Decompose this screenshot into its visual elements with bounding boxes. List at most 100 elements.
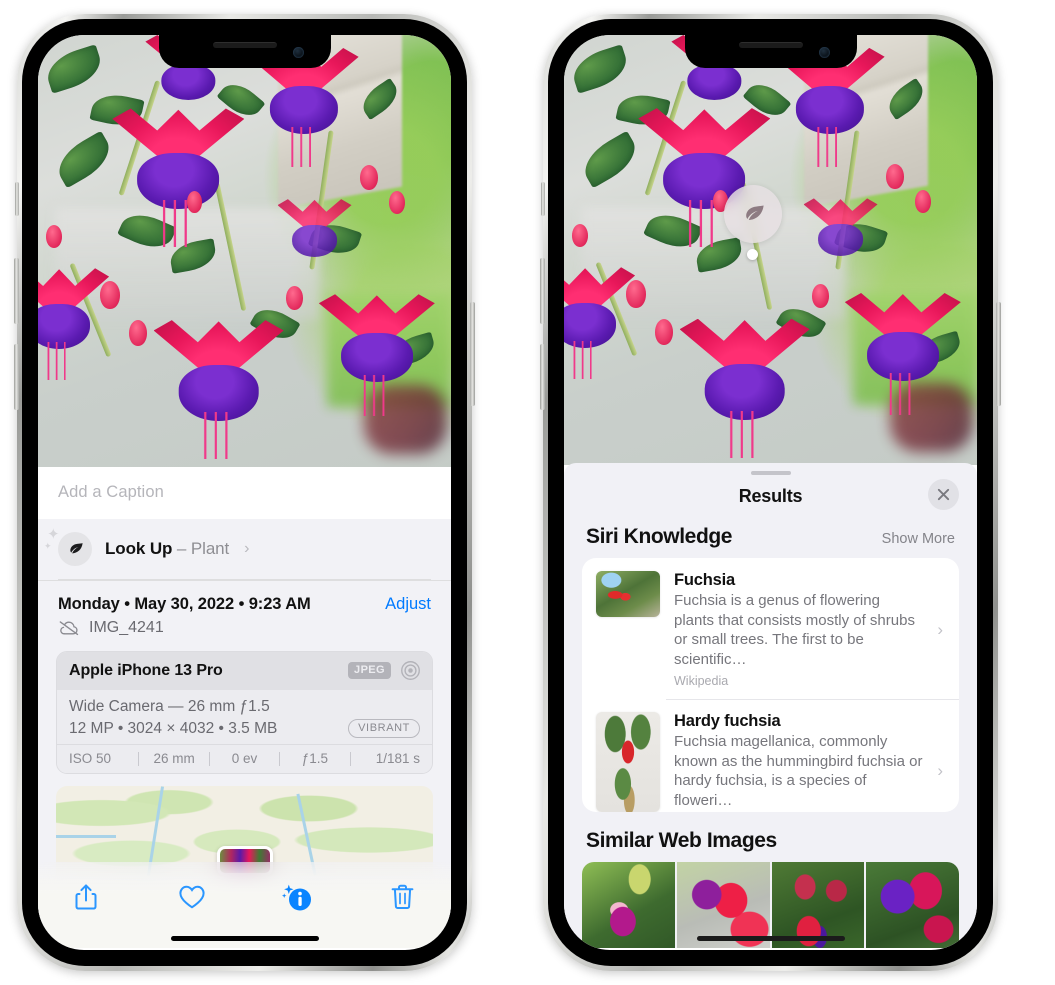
home-indicator[interactable] — [696, 936, 845, 941]
siri-knowledge-card: Fuchsia Fuchsia is a genus of flowering … — [582, 558, 959, 812]
info-sparkle-icon — [282, 884, 312, 911]
power-button[interactable] — [996, 302, 1001, 406]
photo-viewer[interactable] — [38, 35, 451, 467]
volume-up-button[interactable] — [14, 258, 19, 324]
right-screen: Results Siri Knowledge Show More Fuchsia… — [564, 35, 977, 950]
leaf-icon — [745, 205, 764, 220]
earpiece-speaker — [212, 42, 277, 48]
look-up-row[interactable]: ✦ ✦ Look Up – Plant › — [38, 519, 451, 581]
result-source: Wikipedia — [674, 674, 729, 689]
list-item[interactable]: Fuchsia Fuchsia is a genus of flowering … — [582, 558, 959, 699]
flower-bud — [186, 190, 202, 213]
lens-info: Wide Camera — 26 mm ƒ1.5 — [69, 698, 270, 715]
favorite-button[interactable] — [170, 876, 214, 918]
visual-lookup-badge[interactable] — [724, 185, 782, 243]
exif-aperture: ƒ1.5 — [301, 751, 329, 766]
siri-knowledge-header: Siri Knowledge Show More — [564, 521, 977, 558]
photo-filename: IMG_4241 — [89, 619, 164, 636]
screenshot-stage: Add a Caption ✦ ✦ Look Up – Plant › Mond… — [0, 0, 1055, 985]
section-title-similar-web-images: Similar Web Images — [586, 828, 777, 852]
camera-header-badges: JPEG — [348, 660, 421, 681]
date-row: Monday • May 30, 2022 • 9:23 AM Adjust — [38, 581, 451, 616]
left-screen: Add a Caption ✦ ✦ Look Up – Plant › Mond… — [38, 35, 451, 950]
flower-bud — [654, 318, 673, 345]
sparkle-icon: ✦ — [44, 541, 52, 551]
style-badge: VIBRANT — [348, 719, 420, 738]
power-button[interactable] — [470, 302, 475, 406]
flower-bud — [811, 284, 829, 309]
results-sheet: Results Siri Knowledge Show More Fuchsia… — [564, 463, 977, 948]
photo-info-sheet: Add a Caption ✦ ✦ Look Up – Plant › Mond… — [38, 467, 451, 948]
notch — [158, 35, 331, 68]
result-title: Fuchsia — [674, 571, 735, 590]
info-button[interactable] — [275, 876, 319, 918]
look-up-badge: ✦ ✦ — [44, 527, 92, 566]
flower-bud — [389, 190, 406, 214]
chevron-right-icon: › — [244, 540, 250, 557]
format-badge: JPEG — [348, 662, 391, 679]
camera-model: Apple iPhone 13 Pro — [69, 661, 223, 679]
delete-button[interactable] — [381, 876, 425, 918]
photo-viewer[interactable] — [564, 35, 977, 465]
flower-bud — [360, 164, 379, 190]
flower-bud — [886, 164, 905, 189]
results-header: Results — [564, 475, 977, 521]
left-phone: Add a Caption ✦ ✦ Look Up – Plant › Mond… — [14, 14, 475, 971]
web-image-1[interactable] — [582, 861, 675, 948]
look-up-title: Look Up — [105, 539, 173, 558]
look-up-label: Look Up – Plant — [105, 539, 229, 559]
file-row: IMG_4241 — [38, 616, 451, 649]
show-more-button[interactable]: Show More — [882, 531, 955, 547]
volume-down-button[interactable] — [540, 344, 545, 410]
volume-down-button[interactable] — [14, 344, 19, 410]
chevron-right-icon: › — [937, 619, 943, 639]
page-title: Results — [738, 486, 803, 507]
photo-date: Monday • May 30, 2022 • 9:23 AM — [58, 595, 311, 613]
trash-icon — [392, 884, 414, 909]
flower-bud — [915, 189, 932, 213]
caption-field[interactable]: Add a Caption — [38, 467, 451, 519]
front-camera-icon — [292, 47, 304, 58]
sparkle-icon: ✦ — [47, 526, 60, 543]
result-title: Hardy fuchsia — [674, 712, 781, 731]
share-button[interactable] — [64, 876, 108, 918]
fuchsia-bloom — [38, 268, 110, 380]
exif-row: ISO 50 26 mm 0 ev ƒ1.5 1/181 s — [57, 745, 432, 773]
list-item[interactable]: Hardy fuchsia Fuchsia magellanica, commo… — [582, 699, 959, 812]
flower-bud — [625, 280, 646, 309]
heart-icon — [179, 885, 205, 909]
caption-placeholder: Add a Caption — [58, 483, 164, 501]
notch — [684, 35, 857, 68]
home-indicator[interactable] — [170, 936, 319, 941]
exif-exposure-value: 0 ev — [231, 751, 258, 766]
exif-iso: ISO 50 — [69, 751, 112, 766]
image-specs: 12 MP • 3024 × 4032 • 3.5 MB — [69, 719, 278, 737]
fuchsia-bloom — [112, 108, 245, 248]
fuchsia-bloom — [564, 267, 636, 379]
fuchsia-bloom — [318, 294, 435, 416]
volume-up-button[interactable] — [540, 258, 545, 324]
earpiece-speaker — [738, 42, 803, 48]
look-up-subject: Plant — [190, 539, 230, 558]
aperture-icon — [401, 661, 420, 680]
flower-bud — [285, 285, 303, 310]
adjust-date-button[interactable]: Adjust — [385, 595, 431, 614]
look-up-dash: – — [172, 539, 191, 558]
exif-shutter-speed: 1/181 s — [375, 751, 421, 766]
silence-switch[interactable] — [15, 182, 19, 216]
camera-info-card[interactable]: Apple iPhone 13 Pro JPEG Wide Camera — 2… — [56, 651, 433, 774]
flower-bud — [46, 225, 63, 249]
cloud-slash-icon — [59, 621, 79, 636]
silence-switch[interactable] — [541, 182, 545, 216]
share-icon — [75, 884, 97, 910]
flower-bud — [99, 281, 120, 310]
fuchsia-bloom — [844, 293, 961, 415]
result-body: Hardy fuchsia Fuchsia magellanica, commo… — [674, 712, 923, 811]
camera-card-header: Apple iPhone 13 Pro JPEG — [57, 652, 432, 690]
fuchsia-bloom — [803, 198, 878, 262]
result-thumbnail — [596, 712, 660, 812]
close-icon — [937, 489, 950, 501]
section-title-siri-knowledge: Siri Knowledge — [586, 525, 733, 549]
web-image-4[interactable] — [866, 861, 959, 948]
result-body: Fuchsia Fuchsia is a genus of flowering … — [674, 571, 923, 688]
